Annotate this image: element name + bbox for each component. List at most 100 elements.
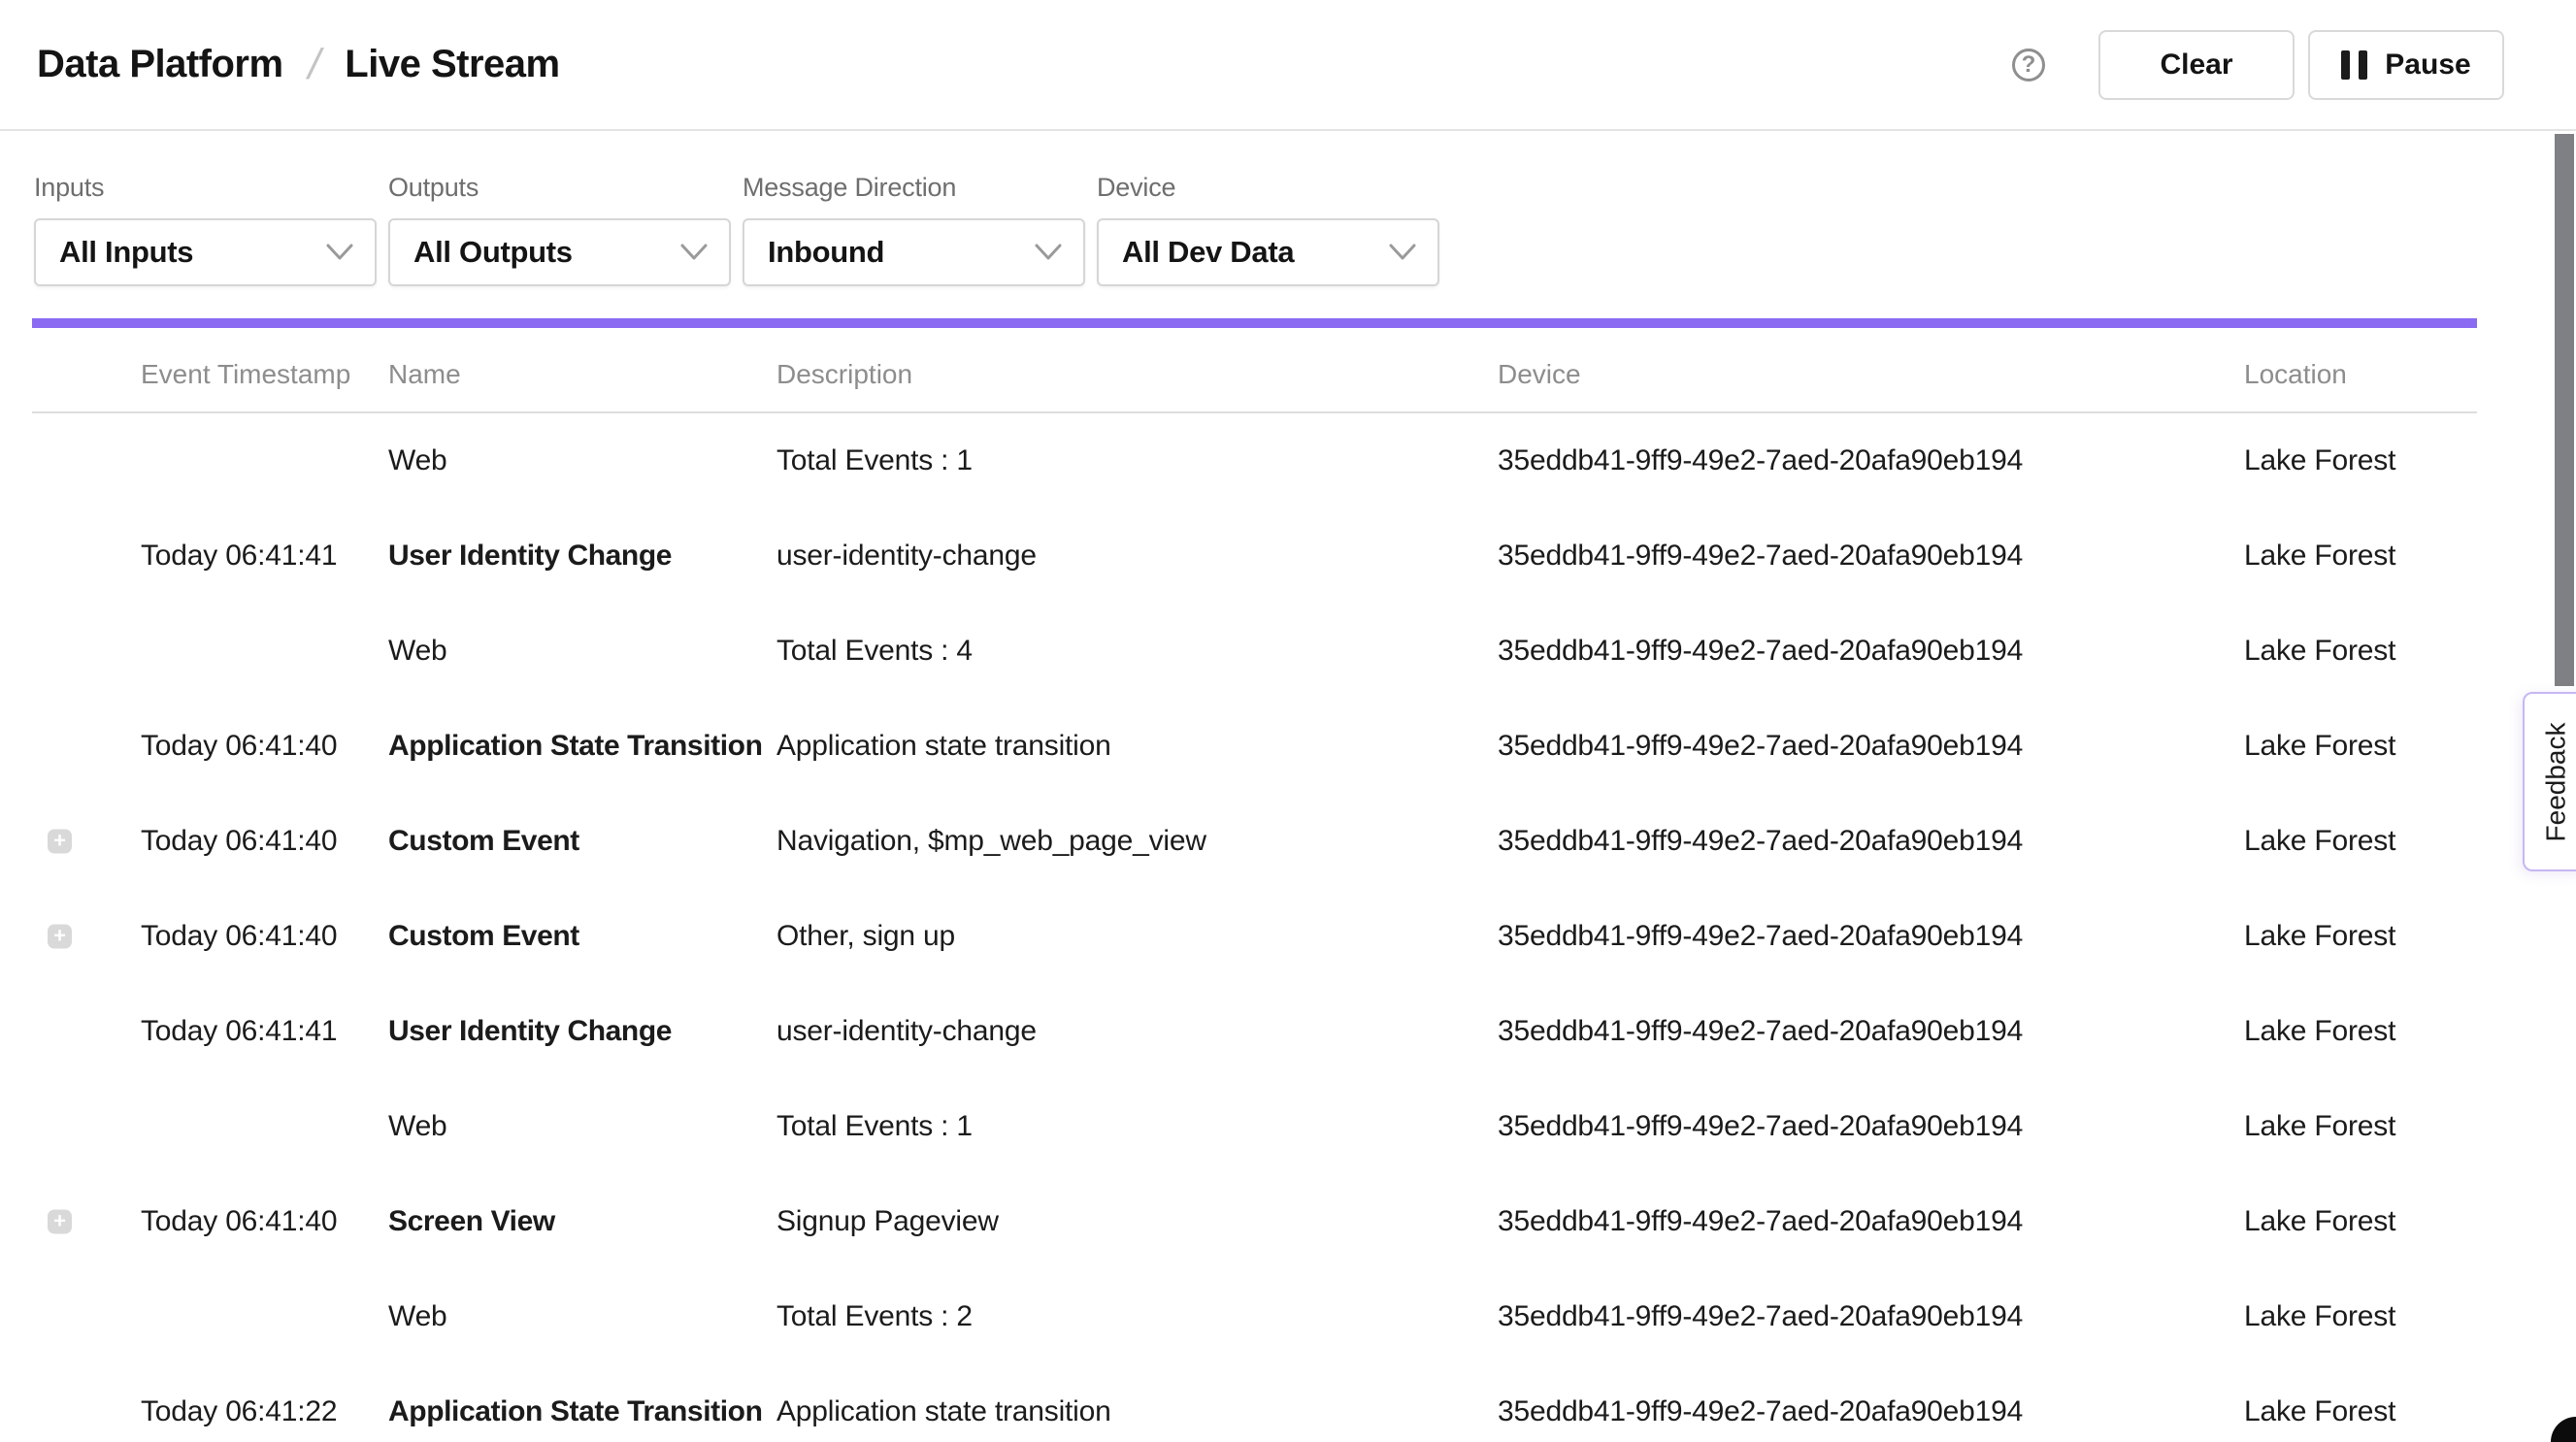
filter-value-message-direction: Inbound — [768, 235, 884, 270]
cell-name: User Identity Change — [388, 540, 672, 573]
cell-event-timestamp: Today 06:41:40 — [141, 1205, 337, 1238]
cell-event-timestamp: Today 06:41:40 — [141, 920, 337, 953]
cell-event-timestamp: Today 06:41:41 — [141, 540, 337, 573]
filter-value-inputs: All Inputs — [59, 235, 193, 270]
table-header-row: Event Timestamp Name Description Device … — [32, 328, 2477, 413]
breadcrumb: Data Platform / Live Stream — [37, 41, 560, 89]
cell-name: Custom Event — [388, 920, 579, 953]
cell-name: Web — [388, 444, 447, 477]
breadcrumb-separator: / — [303, 41, 324, 89]
chevron-down-icon — [1389, 244, 1416, 261]
cell-device: 35eddb41-9ff9-49e2-7aed-20afa90eb194 — [1498, 1015, 2023, 1048]
clear-button[interactable]: Clear — [2098, 30, 2295, 100]
cell-location: Lake Forest — [2244, 1205, 2395, 1238]
cell-name: Web — [388, 1110, 447, 1143]
cell-device: 35eddb41-9ff9-49e2-7aed-20afa90eb194 — [1498, 1300, 2023, 1333]
table-row: Web Total Events : 4 35eddb41-9ff9-49e2-… — [32, 604, 2477, 699]
cell-location: Lake Forest — [2244, 1395, 2395, 1428]
expand-row-button[interactable] — [48, 1210, 72, 1234]
feedback-tab-label: Feedback — [2540, 722, 2571, 841]
filter-group-message-direction: Message Direction Inbound — [743, 173, 1085, 286]
filter-group-device: Device All Dev Data — [1097, 173, 1439, 286]
cell-name: Custom Event — [388, 825, 579, 858]
column-header-description: Description — [776, 359, 912, 390]
chat-launcher-partial[interactable] — [2551, 1417, 2576, 1442]
expand-toggle-cell — [48, 830, 72, 854]
cell-description: Total Events : 1 — [776, 444, 973, 477]
cell-device: 35eddb41-9ff9-49e2-7aed-20afa90eb194 — [1498, 920, 2023, 953]
filter-label-device: Device — [1097, 173, 1439, 203]
cell-device: 35eddb41-9ff9-49e2-7aed-20afa90eb194 — [1498, 635, 2023, 668]
expand-toggle-cell — [48, 925, 72, 949]
filter-dropdown-outputs[interactable]: All Outputs — [388, 218, 731, 286]
cell-location: Lake Forest — [2244, 920, 2395, 953]
table-row: Today 06:41:40 Custom Event Navigation, … — [32, 794, 2477, 889]
cell-event-timestamp: Today 06:41:40 — [141, 825, 337, 858]
cell-location: Lake Forest — [2244, 540, 2395, 573]
cell-location: Lake Forest — [2244, 1110, 2395, 1143]
filter-dropdown-message-direction[interactable]: Inbound — [743, 218, 1085, 286]
table-row: Today 06:41:40 Screen View Signup Pagevi… — [32, 1174, 2477, 1269]
column-header-name: Name — [388, 359, 461, 390]
table-row: Today 06:41:40 Custom Event Other, sign … — [32, 889, 2477, 984]
pause-icon — [2341, 50, 2367, 80]
filter-label-inputs: Inputs — [34, 173, 377, 203]
expand-row-button[interactable] — [48, 830, 72, 854]
cell-event-timestamp: Today 06:41:22 — [141, 1395, 337, 1428]
cell-description: Total Events : 2 — [776, 1300, 973, 1333]
filter-label-outputs: Outputs — [388, 173, 731, 203]
cell-name: User Identity Change — [388, 1015, 672, 1048]
cell-name: Application State Transition — [388, 1395, 763, 1428]
table-row: Today 06:41:40 Application State Transit… — [32, 699, 2477, 794]
cell-description: Application state transition — [776, 1395, 1111, 1428]
cell-description: Signup Pageview — [776, 1205, 999, 1238]
table-row: Web Total Events : 2 35eddb41-9ff9-49e2-… — [32, 1269, 2477, 1364]
pause-button[interactable]: Pause — [2308, 30, 2504, 100]
filter-value-outputs: All Outputs — [413, 235, 573, 270]
cell-name: Web — [388, 635, 447, 668]
table-row: Today 06:41:41 User Identity Change user… — [32, 508, 2477, 604]
table-row: Today 06:41:22 Application State Transit… — [32, 1364, 2477, 1442]
header-actions: Clear Pause — [2012, 30, 2504, 100]
page-header: Data Platform / Live Stream Clear Pause — [0, 0, 2576, 131]
cell-location: Lake Forest — [2244, 730, 2395, 763]
cell-description: Other, sign up — [776, 920, 955, 953]
cell-event-timestamp: Today 06:41:41 — [141, 1015, 337, 1048]
breadcrumb-live-stream: Live Stream — [345, 43, 559, 86]
table-row: Today 06:41:41 User Identity Change user… — [32, 984, 2477, 1079]
cell-device: 35eddb41-9ff9-49e2-7aed-20afa90eb194 — [1498, 1205, 2023, 1238]
chevron-down-icon — [326, 244, 353, 261]
chevron-down-icon — [680, 244, 708, 261]
help-icon[interactable] — [2012, 49, 2045, 82]
filter-value-device: All Dev Data — [1122, 235, 1294, 270]
cell-device: 35eddb41-9ff9-49e2-7aed-20afa90eb194 — [1498, 540, 2023, 573]
cell-location: Lake Forest — [2244, 444, 2395, 477]
filter-dropdown-device[interactable]: All Dev Data — [1097, 218, 1439, 286]
filter-group-inputs: Inputs All Inputs — [34, 173, 377, 286]
cell-description: Total Events : 4 — [776, 635, 973, 668]
vertical-scrollbar-thumb[interactable] — [2555, 134, 2574, 686]
cell-description: Total Events : 1 — [776, 1110, 973, 1143]
filter-dropdown-inputs[interactable]: All Inputs — [34, 218, 377, 286]
cell-device: 35eddb41-9ff9-49e2-7aed-20afa90eb194 — [1498, 1395, 2023, 1428]
breadcrumb-data-platform[interactable]: Data Platform — [37, 43, 283, 86]
cell-location: Lake Forest — [2244, 825, 2395, 858]
cell-description: Application state transition — [776, 730, 1111, 763]
filter-label-message-direction: Message Direction — [743, 173, 1085, 203]
cell-name: Web — [388, 1300, 447, 1333]
cell-device: 35eddb41-9ff9-49e2-7aed-20afa90eb194 — [1498, 1110, 2023, 1143]
cell-event-timestamp: Today 06:41:40 — [141, 730, 337, 763]
pause-button-label: Pause — [2385, 49, 2470, 82]
column-header-event-timestamp: Event Timestamp — [141, 359, 350, 390]
chevron-down-icon — [1035, 244, 1062, 261]
live-stream-page: Data Platform / Live Stream Clear Pause … — [0, 0, 2576, 1442]
filter-group-outputs: Outputs All Outputs — [388, 173, 731, 286]
cell-location: Lake Forest — [2244, 1300, 2395, 1333]
column-header-location: Location — [2244, 359, 2347, 390]
table-row: Web Total Events : 1 35eddb41-9ff9-49e2-… — [32, 1079, 2477, 1174]
accent-divider — [32, 318, 2477, 328]
feedback-tab[interactable]: Feedback — [2523, 692, 2576, 871]
table-body: Web Total Events : 1 35eddb41-9ff9-49e2-… — [32, 413, 2477, 1442]
expand-row-button[interactable] — [48, 925, 72, 949]
cell-device: 35eddb41-9ff9-49e2-7aed-20afa90eb194 — [1498, 444, 2023, 477]
